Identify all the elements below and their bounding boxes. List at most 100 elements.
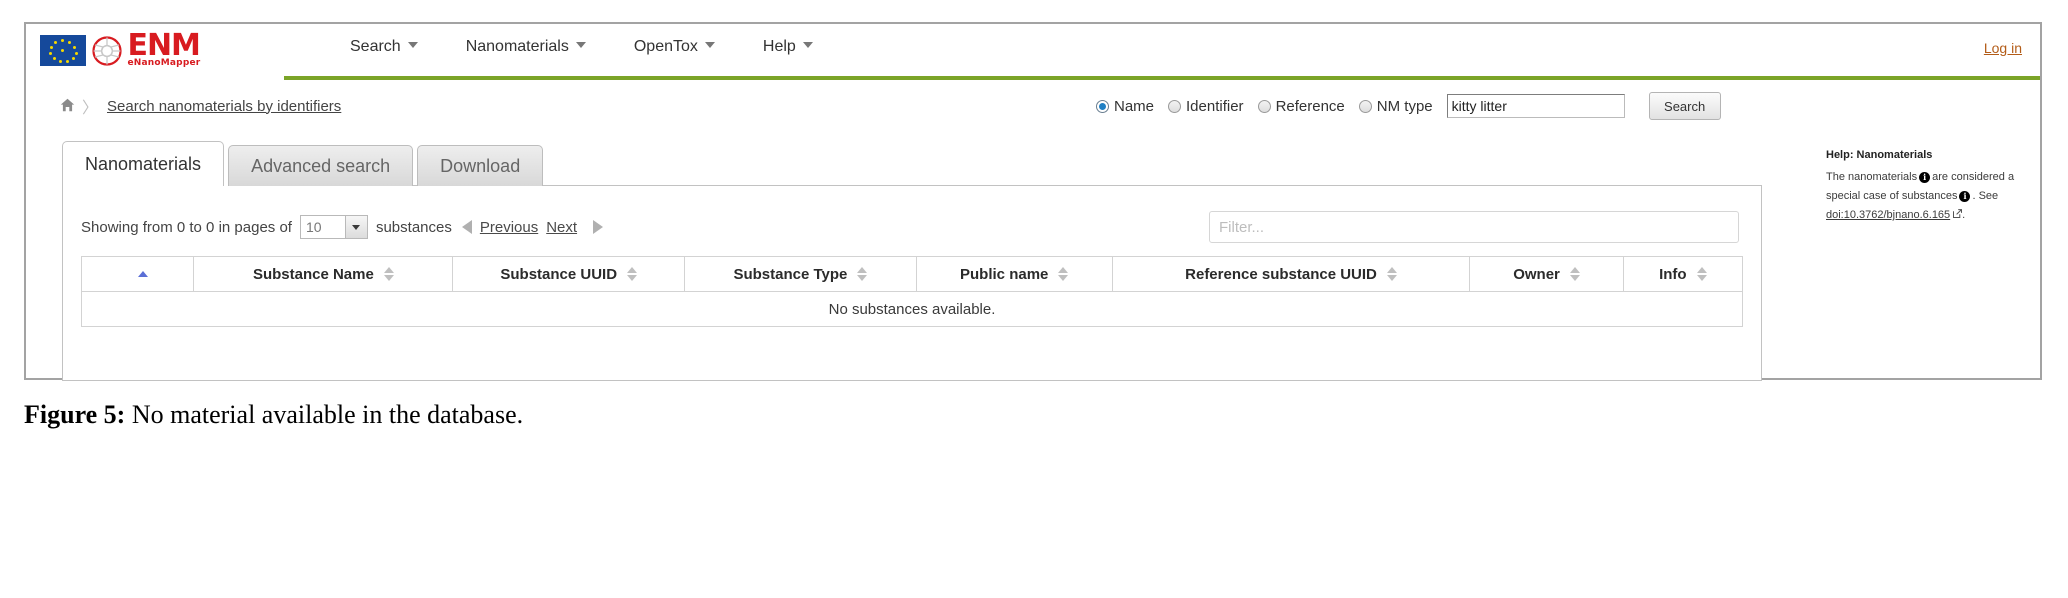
radio-option-name[interactable]: Name (1096, 98, 1154, 115)
chevron-down-icon (407, 42, 418, 48)
sort-icon[interactable] (857, 267, 868, 281)
column-header-label: Substance UUID (500, 265, 618, 283)
showing-prefix-label: Showing from 0 to 0 in pages of (81, 218, 292, 236)
radio-option-reference[interactable]: Reference (1257, 97, 1345, 115)
breadcrumb-separator: 〉 (82, 100, 99, 117)
radio-label: Reference (1275, 97, 1345, 115)
column-header-owner[interactable]: Owner (1469, 256, 1624, 292)
sort-icon[interactable] (1696, 267, 1707, 281)
nav-item-label: OpenTox (633, 38, 698, 55)
showing-suffix-label: substances (375, 218, 452, 236)
next-page-link[interactable]: Next (546, 219, 577, 236)
column-header-substance-uuid[interactable]: Substance UUID (452, 256, 686, 292)
filter-input[interactable] (1209, 211, 1739, 243)
sort-icon[interactable] (383, 267, 394, 281)
column-header-substance-name[interactable]: Substance Name (193, 256, 454, 292)
sort-icon[interactable] (137, 271, 148, 277)
tab-advanced-search[interactable]: Advanced search (228, 145, 414, 186)
tab-bar: Nanomaterials Advanced search Download (62, 141, 1762, 186)
tab-nanomaterials[interactable]: Nanomaterials (62, 141, 225, 186)
search-button[interactable]: Search (1648, 92, 1721, 120)
radio-option-identifier[interactable]: Identifier (1168, 98, 1244, 115)
chevron-down-icon (575, 42, 586, 48)
login-link[interactable]: Log in (1984, 40, 2022, 56)
radio-reference-icon[interactable] (1257, 99, 1271, 113)
help-sidebar: Help: Nanomaterials The nanomaterials i ar… (1826, 146, 2022, 225)
chevron-down-icon (802, 42, 813, 48)
column-header-reference-substance-uuid[interactable]: Reference substance UUID (1111, 256, 1471, 292)
external-link-icon (1953, 206, 1963, 225)
help-body: The nanomaterials i are considered a speci… (1826, 168, 2022, 225)
doi-suffix: . (1962, 209, 1966, 221)
sort-icon[interactable] (627, 267, 638, 281)
triangle-right-icon[interactable] (593, 220, 604, 234)
radio-nmtype-icon[interactable] (1358, 99, 1372, 113)
column-header-public-name[interactable]: Public name (915, 256, 1113, 292)
results-toolbar: Showing from 0 to 0 in pages of 10 subst… (81, 210, 1743, 244)
info-icon[interactable]: i (1959, 191, 1971, 202)
brand-wordmark: ENM (127, 28, 200, 63)
column-header-label: Reference substance UUID (1185, 265, 1377, 283)
radio-identifier-icon[interactable] (1168, 99, 1182, 113)
breadcrumb-link[interactable]: Search nanomaterials by identifiers (107, 98, 341, 115)
column-header-label: Substance Name (252, 265, 374, 283)
radio-label: NM type (1376, 97, 1433, 115)
nanomaterials-panel: Showing from 0 to 0 in pages of 10 subst… (62, 185, 1762, 381)
doi-link[interactable]: doi:10.3762/bjnano.6.165 (1826, 209, 1950, 221)
nav-item-nanomaterials[interactable]: Nanomaterials (442, 38, 610, 56)
triangle-left-icon[interactable] (461, 220, 472, 234)
help-text-line1b: are (1932, 171, 1949, 183)
nanomaterials-panel-wrap: Nanomaterials Advanced search Download S… (62, 141, 1762, 381)
column-header-select[interactable] (80, 256, 195, 292)
page-size-value: 10 (305, 219, 322, 235)
empty-message: No substances available. (81, 291, 1743, 327)
radio-option-nmtype[interactable]: NM type (1358, 97, 1433, 115)
figure-caption: Figure 5: No material available in the d… (24, 400, 523, 430)
column-header-substance-type[interactable]: Substance Type (684, 256, 917, 292)
page-size-select[interactable]: 10 (299, 215, 368, 239)
help-title: Help: Nanomaterials (1826, 149, 1933, 161)
sort-icon[interactable] (1386, 267, 1397, 281)
column-header-label: Substance Type (733, 265, 848, 283)
help-text-line3b: . See (1972, 190, 1999, 202)
enm-logo: ENM eNanoMapper (92, 28, 201, 71)
buckyball-icon (92, 36, 122, 71)
previous-page-link[interactable]: Previous (480, 219, 538, 236)
table-empty-row: No substances available. (81, 291, 1743, 327)
substances-table: Substance Name Substance UUID Substance … (80, 256, 1744, 327)
brand-subtitle: eNanoMapper (127, 58, 201, 68)
nav-item-label: Nanomaterials (465, 38, 569, 55)
help-text-line1a: The nanomaterials (1826, 171, 1918, 183)
search-controls: Name Identifier Reference NM type Search (1096, 92, 1721, 120)
info-icon[interactable]: i (1919, 172, 1931, 183)
breadcrumb: 〉 Search nanomaterials by identifiers (60, 94, 341, 118)
eu-flag-icon (40, 35, 86, 66)
help-text-line3a: substances (1901, 190, 1958, 202)
column-header-label: Info (1659, 265, 1687, 283)
nav-item-label: Search (350, 38, 401, 55)
radio-label: Identifier (1186, 97, 1244, 115)
top-navbar: ENM eNanoMapper Search Nanomaterials Ope… (26, 24, 2040, 80)
tab-download[interactable]: Download (417, 145, 544, 186)
breadcrumb-search-row: 〉 Search nanomaterials by identifiers Na… (26, 80, 2040, 132)
radio-label: Name (1114, 97, 1155, 115)
nav-item-label: Help (762, 38, 796, 55)
nav-item-opentox[interactable]: OpenTox (610, 38, 739, 56)
column-header-label: Owner (1513, 265, 1560, 283)
column-header-info[interactable]: Info (1622, 256, 1744, 292)
home-icon[interactable] (60, 98, 75, 115)
search-query-input[interactable] (1446, 94, 1625, 118)
radio-name-icon[interactable] (1096, 99, 1109, 113)
main-nav: Search Nanomaterials OpenTox Help (326, 38, 837, 56)
chevron-down-icon (344, 216, 367, 238)
nav-item-search[interactable]: Search (326, 38, 442, 56)
chevron-down-icon (704, 42, 715, 48)
site-logo[interactable]: ENM eNanoMapper (40, 28, 201, 74)
screenshot-root: ENM eNanoMapper Search Nanomaterials Ope… (0, 0, 2068, 598)
nav-item-help[interactable]: Help (739, 38, 837, 56)
figure-caption-text: No material available in the database. (125, 400, 524, 429)
sort-icon[interactable] (1569, 267, 1580, 281)
column-header-label: Public name (960, 265, 1049, 283)
browser-app-window: ENM eNanoMapper Search Nanomaterials Ope… (24, 22, 2042, 381)
sort-icon[interactable] (1058, 267, 1069, 281)
